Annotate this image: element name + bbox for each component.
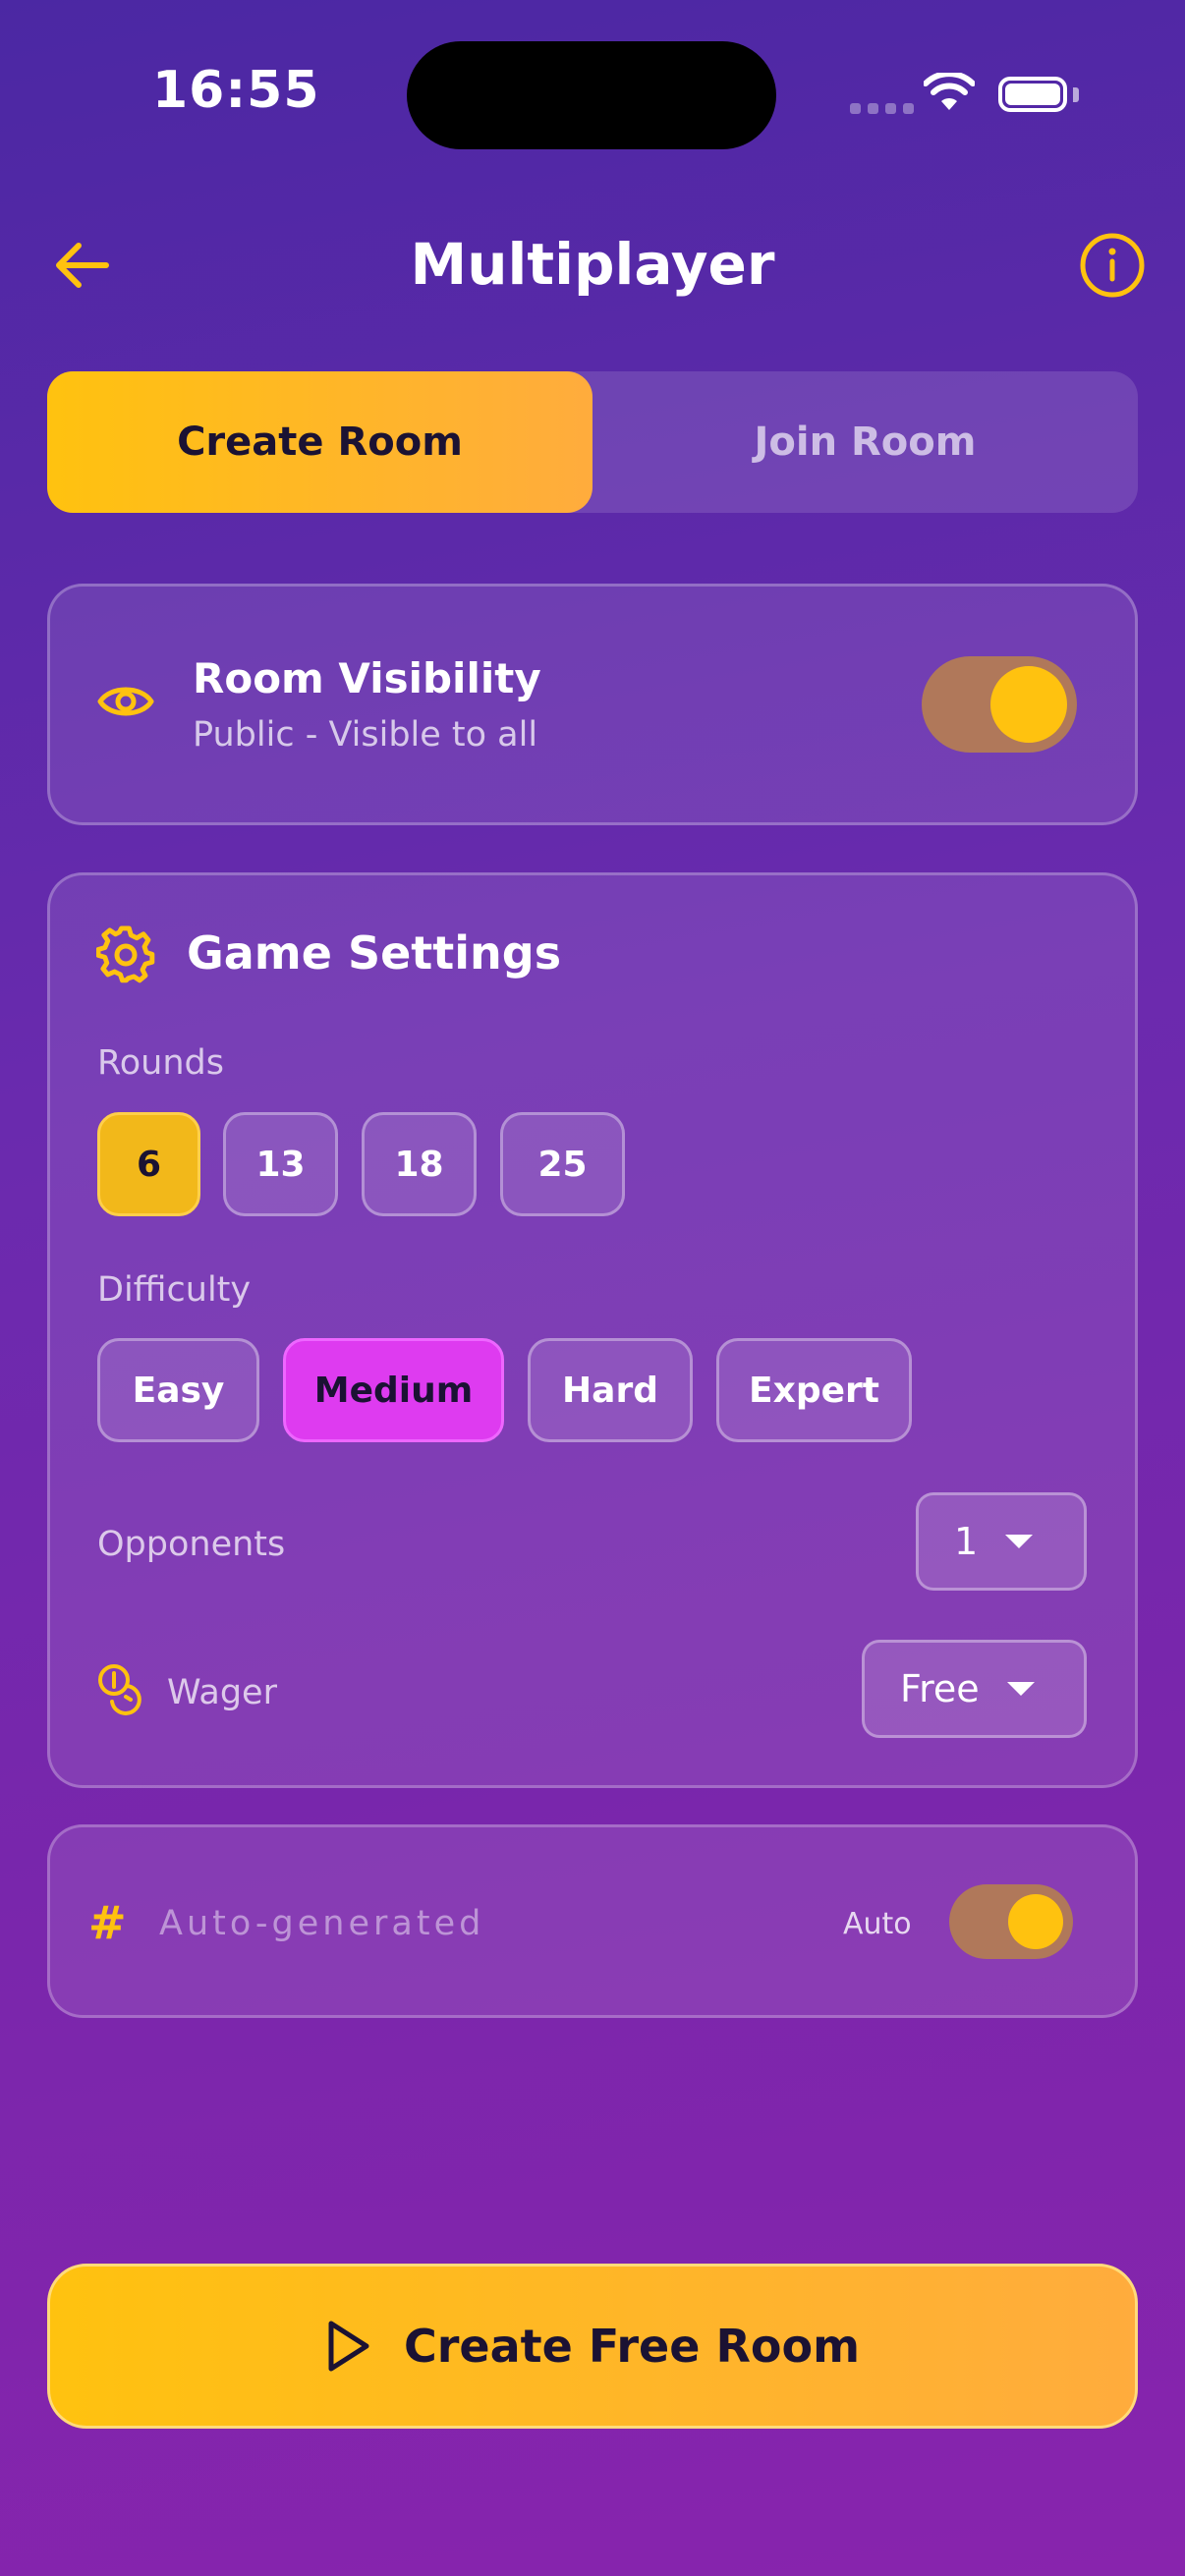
rounds-option-25[interactable]: 25 [500, 1112, 625, 1216]
tab-join-room[interactable]: Join Room [592, 371, 1138, 513]
info-circle-icon[interactable] [1079, 232, 1146, 299]
wager-value: Free [900, 1667, 980, 1710]
create-room-button[interactable]: Create Free Room [47, 2264, 1138, 2429]
play-icon [328, 2321, 369, 2372]
auto-label: Auto [843, 1907, 912, 1941]
wager-label: Wager [167, 1673, 277, 1712]
difficulty-option-expert[interactable]: Expert [716, 1338, 912, 1442]
visibility-subtitle: Public - Visible to all [193, 715, 538, 755]
chevron-down-icon [1005, 1535, 1034, 1548]
settings-title: Game Settings [187, 926, 562, 980]
create-room-button-label: Create Free Room [403, 2320, 861, 2373]
cellular-signal-icon [850, 103, 914, 114]
page-title: Multiplayer [410, 231, 775, 298]
battery-icon [998, 77, 1067, 112]
wifi-icon [924, 73, 975, 110]
battery-cap [1073, 87, 1079, 102]
tab-create-room[interactable]: Create Room [47, 371, 592, 513]
hash-icon: # [88, 1896, 127, 1949]
rounds-option-13[interactable]: 13 [223, 1112, 338, 1216]
difficulty-option-hard[interactable]: Hard [528, 1338, 693, 1442]
opponents-label: Opponents [97, 1525, 286, 1564]
toggle-knob [1008, 1894, 1063, 1949]
room-code-input[interactable]: Auto-generated [159, 1904, 484, 1943]
rounds-option-6[interactable]: 6 [97, 1112, 200, 1216]
gear-icon [96, 925, 155, 983]
difficulty-option-medium[interactable]: Medium [283, 1338, 504, 1442]
rounds-option-18[interactable]: 18 [362, 1112, 477, 1216]
opponents-value: 1 [954, 1520, 979, 1563]
visibility-toggle[interactable] [922, 656, 1077, 753]
coins-icon [98, 1664, 141, 1715]
wager-dropdown[interactable]: Free [862, 1640, 1087, 1738]
eye-icon [97, 687, 154, 716]
chevron-down-icon [1006, 1682, 1035, 1696]
difficulty-label: Difficulty [97, 1270, 252, 1310]
opponents-dropdown[interactable]: 1 [916, 1492, 1087, 1591]
toggle-knob [990, 666, 1067, 743]
auto-generate-toggle[interactable] [949, 1884, 1073, 1959]
difficulty-option-easy[interactable]: Easy [97, 1338, 259, 1442]
visibility-title: Room Visibility [193, 654, 541, 702]
status-time: 16:55 [152, 61, 320, 120]
dynamic-island [407, 41, 776, 149]
rounds-label: Rounds [97, 1043, 224, 1083]
